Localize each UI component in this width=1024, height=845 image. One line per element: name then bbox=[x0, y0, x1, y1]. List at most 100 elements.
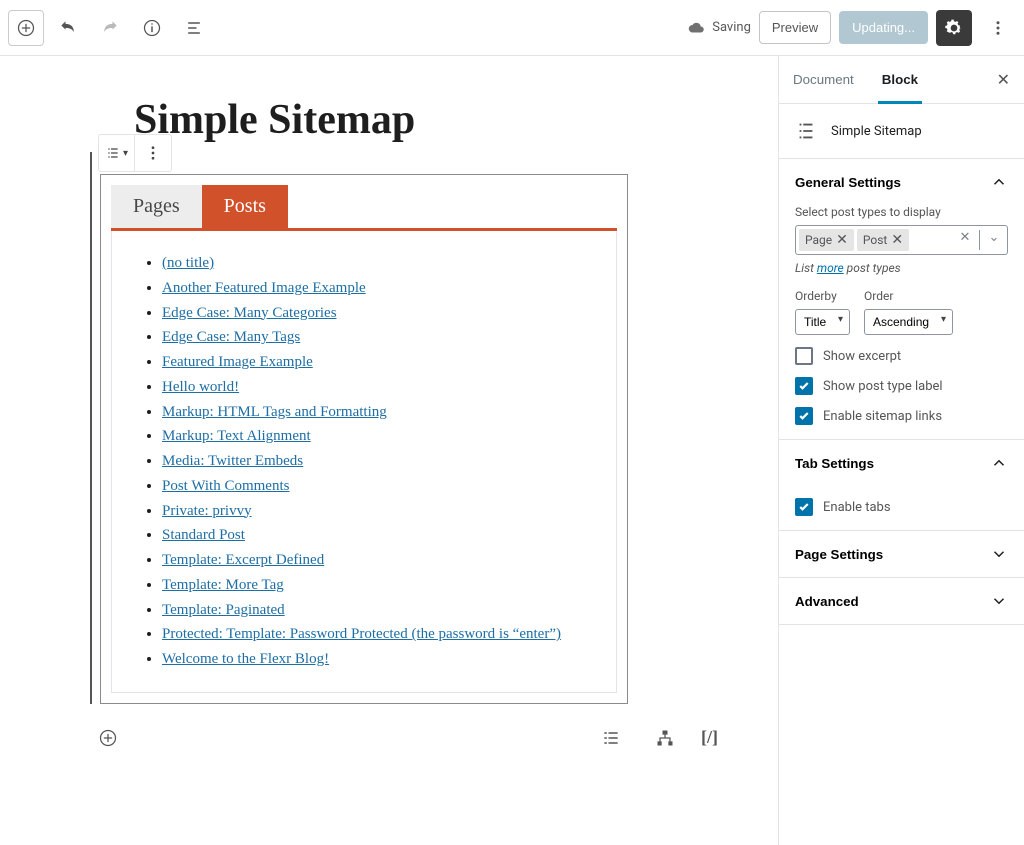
sitemap-link[interactable]: Markup: Text Alignment bbox=[162, 428, 311, 444]
block-toolbar: ▾ bbox=[98, 134, 172, 172]
enable-tabs-label: Enable tabs bbox=[823, 500, 891, 515]
sitemap-block-icon bbox=[795, 120, 817, 142]
list-icon bbox=[105, 143, 121, 163]
sitemap-link[interactable]: Welcome to the Flexr Blog! bbox=[162, 651, 329, 667]
sitemap-link[interactable]: Markup: HTML Tags and Formatting bbox=[162, 404, 387, 420]
enable-links-label: Enable sitemap links bbox=[823, 409, 942, 424]
sitemap-list: (no title) Another Featured Image Example… bbox=[142, 251, 596, 672]
more-menu-button[interactable] bbox=[980, 10, 1016, 46]
block-type-button[interactable]: ▾ bbox=[99, 135, 135, 171]
cloud-icon bbox=[688, 19, 706, 37]
list-item: Protected: Template: Password Protected … bbox=[162, 622, 596, 647]
sitemap-link[interactable]: Private: privvy bbox=[162, 503, 252, 519]
panel-toggle-tabsettings[interactable]: Tab Settings bbox=[779, 440, 1024, 486]
token-dropdown-button[interactable]: ⌄ bbox=[984, 230, 1004, 250]
sitemap-link[interactable]: Standard Post bbox=[162, 527, 245, 543]
preview-button[interactable]: Preview bbox=[759, 11, 831, 44]
tab-document[interactable]: Document bbox=[779, 56, 868, 103]
list-item: (no title) bbox=[162, 251, 596, 276]
list-item: Media: Twitter Embeds bbox=[162, 449, 596, 474]
saving-indicator: Saving bbox=[688, 19, 751, 37]
sitemap-link[interactable]: Post With Comments bbox=[162, 478, 289, 494]
remove-token-page[interactable]: ✕ bbox=[836, 233, 848, 247]
sitemap-link[interactable]: Edge Case: Many Categories bbox=[162, 305, 337, 321]
panel-advanced: Advanced bbox=[779, 578, 1024, 625]
sitemap-link[interactable]: (no title) bbox=[162, 255, 214, 271]
tab-posts[interactable]: Posts bbox=[202, 185, 288, 228]
tab-block-settings[interactable]: Block bbox=[868, 56, 932, 103]
block-card-title: Simple Sitemap bbox=[831, 124, 922, 139]
sitemap-link[interactable]: Template: Excerpt Defined bbox=[162, 552, 324, 568]
add-block-button[interactable] bbox=[8, 10, 44, 46]
sitemap-tabpanel: (no title) Another Featured Image Example… bbox=[111, 231, 617, 693]
checkbox-show-post-type-label[interactable] bbox=[795, 377, 813, 395]
checkbox-show-excerpt[interactable] bbox=[795, 347, 813, 365]
outline-icon bbox=[184, 18, 204, 38]
chevron-down-icon bbox=[990, 545, 1008, 563]
list-item: Edge Case: Many Tags bbox=[162, 325, 596, 350]
block-card: Simple Sitemap bbox=[779, 104, 1024, 159]
editor-main: Simple Sitemap ▾ Pages Posts (no title) A… bbox=[0, 56, 1024, 845]
editor-canvas: Simple Sitemap ▾ Pages Posts (no title) A… bbox=[0, 56, 778, 845]
block-more-button[interactable] bbox=[135, 135, 171, 171]
content-info-button[interactable] bbox=[134, 10, 170, 46]
block-nav-footer-button[interactable] bbox=[647, 720, 683, 756]
block-navigation-button[interactable] bbox=[176, 10, 212, 46]
list-item: Standard Post bbox=[162, 523, 596, 548]
post-title[interactable]: Simple Sitemap bbox=[134, 96, 718, 144]
sitemap-link[interactable]: Template: More Tag bbox=[162, 577, 284, 593]
undo-icon bbox=[58, 18, 78, 38]
settings-sidebar: Document Block ✕ Simple Sitemap General … bbox=[778, 56, 1024, 845]
orderby-select[interactable]: Title bbox=[795, 309, 850, 335]
simple-sitemap-block[interactable]: Pages Posts (no title) Another Featured I… bbox=[100, 174, 628, 704]
sitemap-link[interactable]: Template: Paginated bbox=[162, 602, 285, 618]
info-icon bbox=[142, 18, 162, 38]
settings-toggle-button[interactable] bbox=[936, 10, 972, 46]
chevron-up-icon bbox=[990, 454, 1008, 472]
redo-icon bbox=[100, 18, 120, 38]
sitemap-link[interactable]: Another Featured Image Example bbox=[162, 280, 366, 296]
post-types-selector[interactable]: Page✕ Post✕ ✕ ⌄ bbox=[795, 225, 1008, 255]
checkbox-enable-tabs[interactable] bbox=[795, 498, 813, 516]
remove-token-post[interactable]: ✕ bbox=[891, 233, 903, 247]
list-item: Hello world! bbox=[162, 375, 596, 400]
panel-toggle-general[interactable]: General Settings bbox=[779, 159, 1024, 205]
list-item: Welcome to the Flexr Blog! bbox=[162, 647, 596, 672]
editor-footer: [/] bbox=[90, 704, 718, 756]
sitemap-link[interactable]: Featured Image Example bbox=[162, 354, 313, 370]
checkbox-enable-links[interactable] bbox=[795, 407, 813, 425]
panel-toggle-advanced[interactable]: Advanced bbox=[779, 578, 1024, 624]
chevron-up-icon bbox=[990, 173, 1008, 191]
token-post: Post✕ bbox=[857, 229, 909, 251]
tab-pages[interactable]: Pages bbox=[111, 185, 202, 228]
close-sidebar-button[interactable]: ✕ bbox=[983, 62, 1024, 98]
toolbar-left bbox=[8, 10, 212, 46]
undo-button[interactable] bbox=[50, 10, 86, 46]
list-view-icon bbox=[601, 728, 621, 748]
panel-tab-settings: Tab Settings Enable tabs bbox=[779, 440, 1024, 531]
show-post-type-label-label: Show post type label bbox=[823, 379, 943, 394]
more-vertical-icon bbox=[989, 19, 1007, 37]
sitemap-link[interactable]: Media: Twitter Embeds bbox=[162, 453, 303, 469]
toolbar-right: Saving Preview Updating... bbox=[688, 10, 1016, 46]
content-structure-button[interactable] bbox=[593, 720, 629, 756]
sitemap-link[interactable]: Edge Case: Many Tags bbox=[162, 329, 300, 345]
add-block-footer-button[interactable] bbox=[90, 720, 126, 756]
sitemap-link[interactable]: Hello world! bbox=[162, 379, 239, 395]
list-item: Markup: Text Alignment bbox=[162, 424, 596, 449]
order-select[interactable]: Ascending bbox=[864, 309, 953, 335]
show-excerpt-label: Show excerpt bbox=[823, 349, 901, 364]
publish-button[interactable]: Updating... bbox=[839, 11, 928, 44]
list-item: Template: More Tag bbox=[162, 573, 596, 598]
sitemap-link[interactable]: Protected: Template: Password Protected … bbox=[162, 626, 561, 642]
list-item: Featured Image Example bbox=[162, 350, 596, 375]
token-page: Page✕ bbox=[799, 229, 854, 251]
order-label: Order bbox=[864, 289, 953, 303]
clear-tokens-button[interactable]: ✕ bbox=[955, 230, 975, 250]
more-post-types-link[interactable]: more bbox=[817, 261, 844, 275]
top-toolbar: Saving Preview Updating... bbox=[0, 0, 1024, 56]
redo-button[interactable] bbox=[92, 10, 128, 46]
hierarchy-icon bbox=[655, 728, 675, 748]
gear-icon bbox=[944, 18, 964, 38]
panel-toggle-page-settings[interactable]: Page Settings bbox=[779, 531, 1024, 577]
